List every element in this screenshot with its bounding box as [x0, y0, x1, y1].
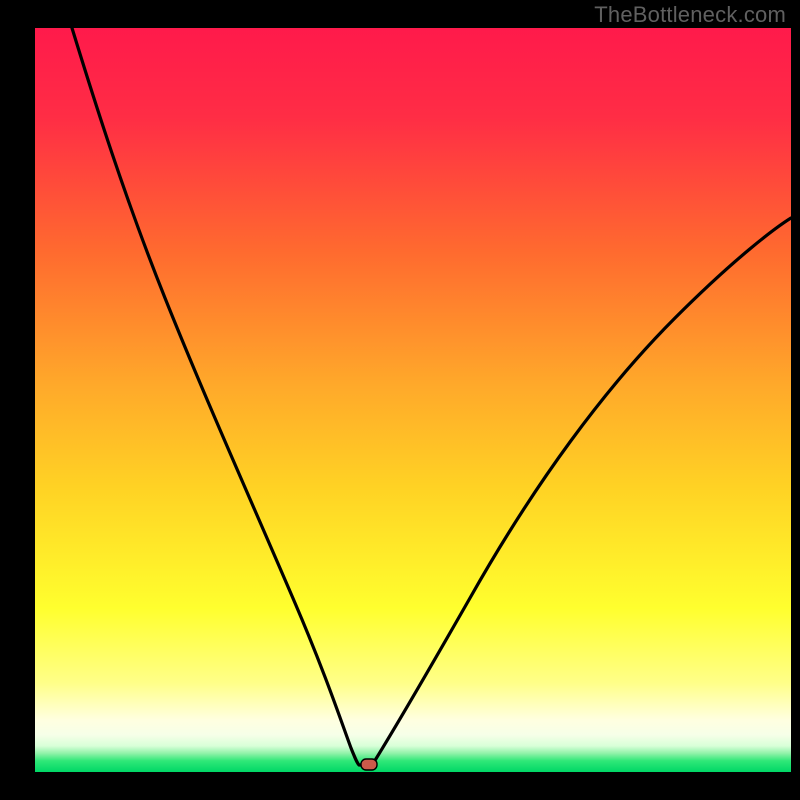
gradient-background [35, 28, 791, 772]
plot-area [35, 28, 791, 772]
optimal-point-marker [361, 759, 377, 770]
watermark-text: TheBottleneck.com [594, 2, 786, 28]
chart-frame: TheBottleneck.com [0, 0, 800, 800]
plot-svg [35, 28, 791, 772]
